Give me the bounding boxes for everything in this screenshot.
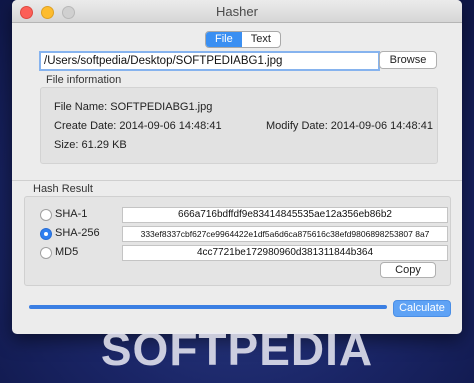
md5-radio[interactable]	[40, 247, 52, 259]
sha1-label: SHA-1	[55, 208, 88, 220]
modify-date-value: Modify Date: 2014-09-06 14:48:41	[266, 120, 433, 132]
title-bar: Hasher	[12, 0, 462, 23]
mode-segmented-control: File Text	[205, 31, 281, 48]
hasher-window: Hasher File Text Browse File information…	[12, 0, 462, 334]
section-divider	[12, 180, 462, 181]
md5-hash-field[interactable]: 4cc7721be172980960d381311844b364	[122, 245, 448, 261]
file-size-value: Size: 61.29 KB	[54, 139, 127, 151]
tab-text[interactable]: Text	[242, 32, 280, 47]
window-title: Hasher	[216, 4, 258, 19]
file-information-heading: File information	[46, 74, 122, 86]
browse-button[interactable]: Browse	[379, 51, 437, 69]
sha256-label: SHA-256	[55, 227, 100, 239]
hash-result-heading: Hash Result	[33, 183, 93, 195]
file-name-value: File Name: SOFTPEDIABG1.jpg	[54, 101, 213, 113]
softpedia-watermark: SOFTPEDIA	[100, 323, 374, 375]
calculate-button[interactable]: Calculate	[393, 300, 451, 317]
progress-fill	[29, 305, 387, 309]
sha1-radio[interactable]	[40, 209, 52, 221]
create-date-value: Create Date: 2014-09-06 14:48:41	[54, 120, 222, 132]
sha256-radio[interactable]	[40, 228, 52, 240]
copy-button[interactable]: Copy	[380, 262, 436, 278]
md5-label: MD5	[55, 246, 79, 258]
tab-file[interactable]: File	[206, 32, 242, 47]
sha256-hash-field[interactable]: 333ef8337cbf627ce9964422e1df5a6d6ca87561…	[122, 226, 448, 242]
sha1-hash-field[interactable]: 666a716bdffdf9e83414845535ae12a356eb86b2	[122, 207, 448, 223]
progress-bar	[29, 305, 387, 309]
file-path-input[interactable]	[39, 51, 380, 71]
